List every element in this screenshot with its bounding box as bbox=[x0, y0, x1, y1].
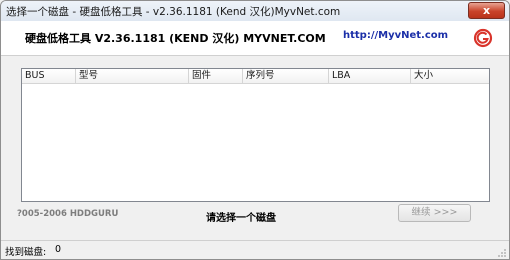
window-title: 选择一个磁盘 - 硬盘低格工具 - v2.36.1181 (Kend 汉化)My… bbox=[6, 6, 341, 18]
column-header-model[interactable]: 型号 bbox=[76, 69, 189, 83]
close-button[interactable]: x bbox=[468, 2, 505, 19]
disks-found-count: 0 bbox=[55, 244, 62, 255]
website-link[interactable]: http://MyvNet.com bbox=[343, 30, 448, 41]
column-header-bus[interactable]: BUS bbox=[22, 69, 76, 83]
column-header-serial[interactable]: 序列号 bbox=[243, 69, 329, 83]
disk-list-header: BUS 型号 固件 序列号 LBA 大小 bbox=[22, 69, 489, 84]
hddguru-logo-icon bbox=[473, 28, 493, 48]
client-area: 硬盘低格工具 V2.36.1181 (KEND 汉化) MYVNET.COM h… bbox=[1, 21, 509, 259]
close-icon: x bbox=[482, 4, 491, 17]
copyright-text: ?005-2006 HDDGURU bbox=[17, 209, 119, 219]
column-header-firmware[interactable]: 固件 bbox=[189, 69, 243, 83]
status-bar: 找到磁盘: 0 bbox=[1, 240, 509, 259]
app-name: 硬盘低格工具 V2.36.1181 (KEND 汉化) MYVNET.COM bbox=[25, 32, 326, 45]
continue-button[interactable]: 继续 >>> bbox=[398, 204, 471, 222]
disk-list[interactable]: BUS 型号 固件 序列号 LBA 大小 bbox=[21, 68, 490, 202]
disks-found-label: 找到磁盘: bbox=[5, 247, 47, 258]
resize-grip-icon[interactable] bbox=[497, 248, 507, 258]
column-header-size[interactable]: 大小 bbox=[411, 69, 489, 83]
column-header-lba[interactable]: LBA bbox=[329, 69, 411, 83]
app-window: 选择一个磁盘 - 硬盘低格工具 - v2.36.1181 (Kend 汉化)My… bbox=[0, 0, 510, 260]
title-bar[interactable]: 选择一个磁盘 - 硬盘低格工具 - v2.36.1181 (Kend 汉化)My… bbox=[1, 1, 509, 21]
select-disk-prompt: 请选择一个磁盘 bbox=[206, 213, 276, 224]
header-banner: 硬盘低格工具 V2.36.1181 (KEND 汉化) MYVNET.COM h… bbox=[1, 21, 509, 56]
